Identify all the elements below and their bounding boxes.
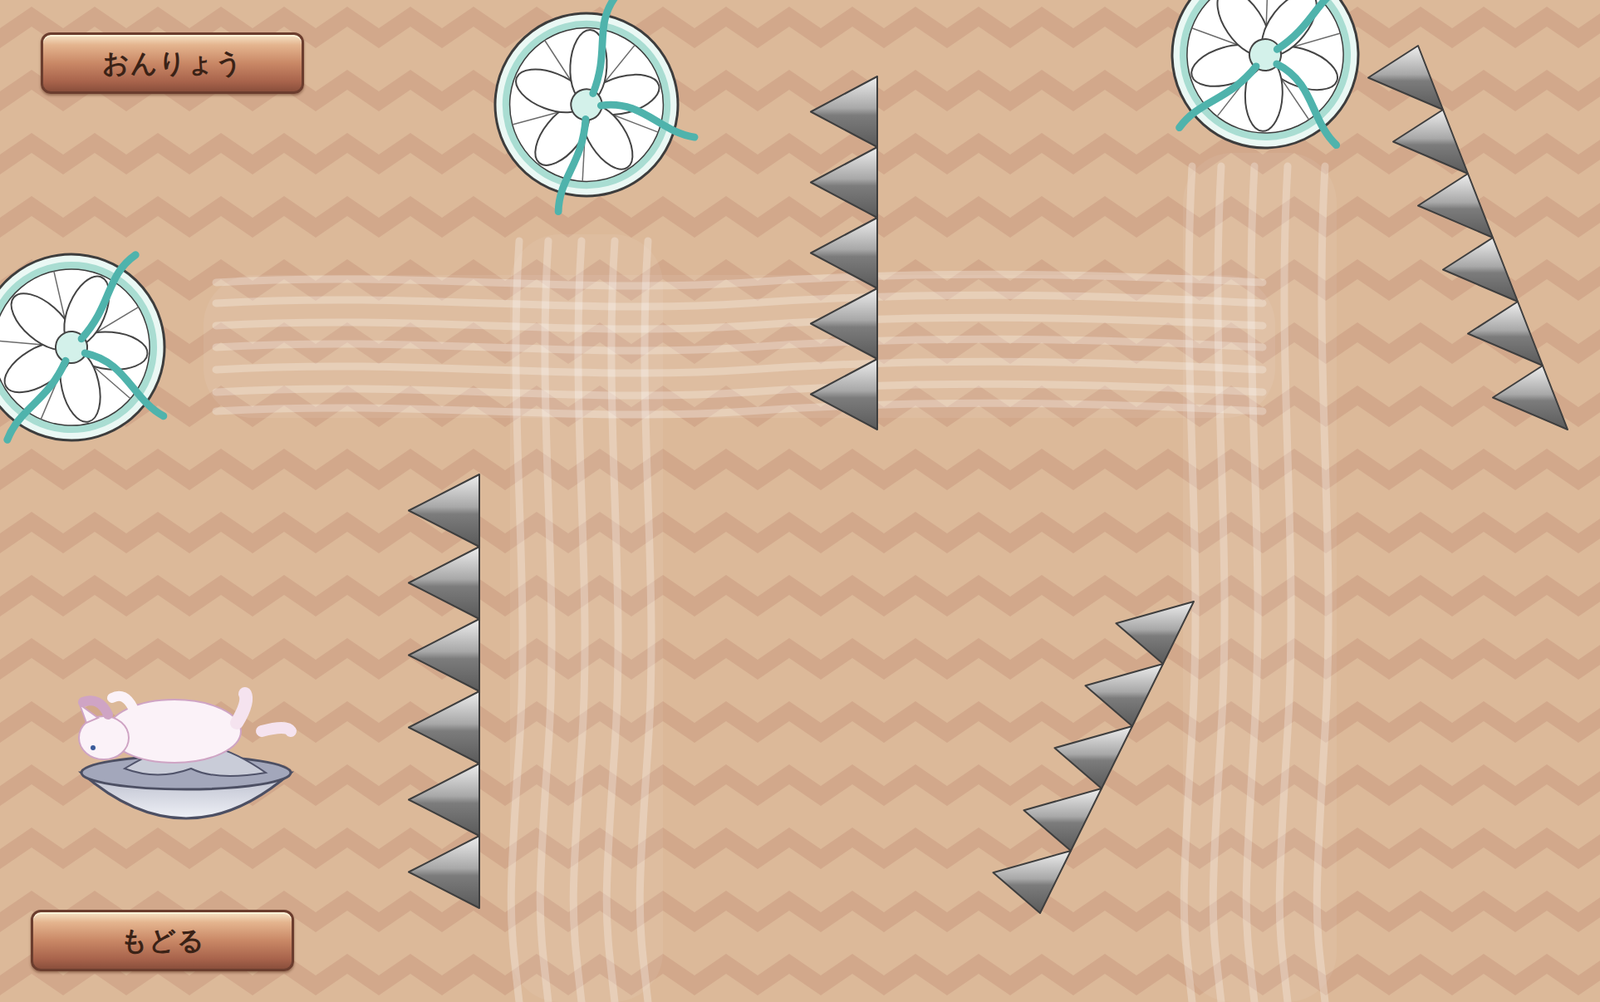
spike <box>810 217 878 289</box>
spike <box>1368 45 1443 110</box>
spike <box>408 763 480 836</box>
back-button[interactable]: もどる <box>30 909 295 972</box>
spike <box>1442 237 1518 302</box>
spike <box>810 147 878 218</box>
spike <box>993 850 1072 913</box>
spike <box>408 835 480 908</box>
button-layer: おんりょうもどる <box>0 0 1600 1002</box>
spike-wall <box>1368 45 1568 430</box>
cat-character <box>78 693 291 819</box>
game-stage: おんりょうもどる <box>0 0 1600 1002</box>
wind-stream <box>1182 152 1337 1002</box>
fan <box>0 241 177 453</box>
spike <box>1467 301 1543 366</box>
spike <box>1116 601 1195 664</box>
spike <box>810 358 878 430</box>
spike <box>810 76 878 148</box>
spike <box>1085 663 1164 727</box>
fan <box>473 0 705 221</box>
spike-wall <box>993 601 1195 913</box>
spike <box>408 618 480 692</box>
spike <box>1055 726 1134 789</box>
volume-button[interactable]: おんりょう <box>40 32 305 94</box>
spike-wall <box>408 474 480 908</box>
fan <box>1144 0 1391 181</box>
spike <box>408 546 480 619</box>
spike <box>408 691 480 764</box>
spike <box>810 288 878 359</box>
wind-stream <box>510 234 663 1002</box>
wind-stream <box>203 274 1276 418</box>
spike <box>1492 365 1568 430</box>
game-scene <box>0 0 1600 1002</box>
spike <box>1024 788 1103 851</box>
spike <box>408 474 480 547</box>
spike <box>1418 173 1493 238</box>
spike-wall <box>810 76 878 430</box>
background <box>0 0 1600 1002</box>
spike <box>1393 109 1468 174</box>
